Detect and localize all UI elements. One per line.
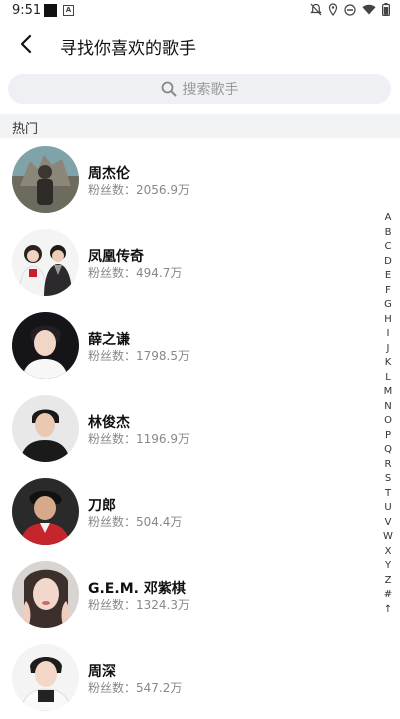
dnd-icon bbox=[344, 3, 356, 16]
status-time: 9:51 bbox=[12, 3, 42, 18]
alphabet-letter[interactable]: N bbox=[384, 400, 391, 415]
alphabet-letter[interactable]: X bbox=[385, 545, 392, 560]
section-header-hot: 热门 bbox=[0, 114, 400, 138]
singer-fans: 粉丝数：2056.9万 bbox=[88, 183, 190, 197]
alphabet-letter[interactable]: K bbox=[385, 356, 392, 371]
singer-item-zhou-jielun[interactable]: 周杰伦 粉丝数：2056.9万 bbox=[0, 138, 380, 221]
back-button[interactable] bbox=[12, 30, 40, 58]
alphabet-letter[interactable]: V bbox=[385, 516, 392, 531]
avatar bbox=[12, 146, 79, 213]
singer-name: 凤凰传奇 bbox=[88, 249, 144, 265]
avatar bbox=[12, 312, 79, 379]
notification-square-icon bbox=[44, 4, 57, 17]
singer-list: 周杰伦 粉丝数：2056.9万 凤凰传奇 粉丝数：494.7万 薛之谦 粉丝数：… bbox=[0, 138, 380, 719]
singer-name: 刀郎 bbox=[88, 498, 116, 514]
alphabet-letter[interactable]: P bbox=[385, 429, 391, 444]
alphabet-letter[interactable]: # bbox=[384, 588, 392, 603]
alphabet-letter[interactable]: E bbox=[385, 269, 391, 284]
singer-item-xue-zhiqian[interactable]: 薛之谦 粉丝数：1798.5万 bbox=[0, 304, 380, 387]
notification-a-icon: A bbox=[63, 5, 74, 16]
alphabet-letter[interactable]: L bbox=[385, 371, 391, 386]
mute-bell-icon bbox=[310, 3, 322, 16]
alphabet-letter[interactable]: C bbox=[385, 240, 392, 255]
avatar bbox=[12, 229, 79, 296]
alphabet-letter[interactable]: Q bbox=[384, 443, 392, 458]
alphabet-letter[interactable]: M bbox=[384, 385, 393, 400]
singer-fans: 粉丝数：547.2万 bbox=[88, 681, 183, 695]
search-input[interactable]: 搜索歌手 bbox=[8, 74, 391, 104]
singer-name: 周深 bbox=[88, 664, 116, 680]
alphabet-letter[interactable]: H bbox=[384, 313, 392, 328]
alphabet-letter[interactable]: R bbox=[385, 458, 392, 473]
avatar bbox=[12, 644, 79, 711]
alphabet-index[interactable]: A B C D E F G H I J K L M N O P Q R S T U V W X Y Z # ↑ bbox=[382, 211, 394, 617]
search-icon bbox=[161, 81, 176, 97]
battery-icon bbox=[382, 3, 390, 16]
status-bar: 9:51 A bbox=[0, 0, 400, 22]
alphabet-letter[interactable]: O bbox=[384, 414, 392, 429]
singer-name: 林俊杰 bbox=[88, 415, 130, 431]
singer-fans: 粉丝数：1196.9万 bbox=[88, 432, 190, 446]
alphabet-letter[interactable]: Y bbox=[385, 559, 391, 574]
alphabet-letter[interactable]: ↑ bbox=[384, 603, 392, 618]
singer-name: G.E.M. 邓紫棋 bbox=[88, 581, 186, 597]
header: 寻找你喜欢的歌手 bbox=[0, 22, 400, 68]
singer-fans: 粉丝数：504.4万 bbox=[88, 515, 183, 529]
singer-fans: 粉丝数：494.7万 bbox=[88, 266, 183, 280]
alphabet-letter[interactable]: F bbox=[385, 284, 391, 299]
singer-fans: 粉丝数：1798.5万 bbox=[88, 349, 190, 363]
avatar bbox=[12, 561, 79, 628]
alphabet-letter[interactable]: T bbox=[385, 487, 391, 502]
alphabet-letter[interactable]: G bbox=[384, 298, 392, 313]
alphabet-letter[interactable]: S bbox=[385, 472, 391, 487]
alphabet-letter[interactable]: A bbox=[385, 211, 392, 226]
alphabet-letter[interactable]: D bbox=[384, 255, 392, 270]
singer-item-gem[interactable]: G.E.M. 邓紫棋 粉丝数：1324.3万 bbox=[0, 553, 380, 636]
singer-item-zhou-shen[interactable]: 周深 粉丝数：547.2万 bbox=[0, 636, 380, 719]
alphabet-letter[interactable]: Z bbox=[385, 574, 392, 589]
singer-name: 薛之谦 bbox=[88, 332, 130, 348]
singer-item-fenghuang-chuanqi[interactable]: 凤凰传奇 粉丝数：494.7万 bbox=[0, 221, 380, 304]
location-icon bbox=[328, 3, 338, 16]
alphabet-letter[interactable]: U bbox=[384, 501, 391, 516]
alphabet-letter[interactable]: I bbox=[387, 327, 390, 342]
chevron-left-icon bbox=[20, 34, 32, 54]
singer-item-lin-junjie[interactable]: 林俊杰 粉丝数：1196.9万 bbox=[0, 387, 380, 470]
wifi-icon bbox=[362, 4, 376, 15]
singer-name: 周杰伦 bbox=[88, 166, 130, 182]
page-title: 寻找你喜欢的歌手 bbox=[60, 39, 196, 59]
singer-item-dao-lang[interactable]: 刀郎 粉丝数：504.4万 bbox=[0, 470, 380, 553]
search-placeholder: 搜索歌手 bbox=[182, 82, 239, 98]
alphabet-letter[interactable]: J bbox=[387, 342, 390, 357]
alphabet-letter[interactable]: W bbox=[383, 530, 393, 545]
avatar bbox=[12, 395, 79, 462]
singer-fans: 粉丝数：1324.3万 bbox=[88, 598, 190, 612]
status-icons bbox=[310, 3, 390, 16]
alphabet-letter[interactable]: B bbox=[385, 226, 392, 241]
section-label: 热门 bbox=[12, 122, 39, 137]
avatar bbox=[12, 478, 79, 545]
search-inner: 搜索歌手 bbox=[161, 79, 239, 99]
